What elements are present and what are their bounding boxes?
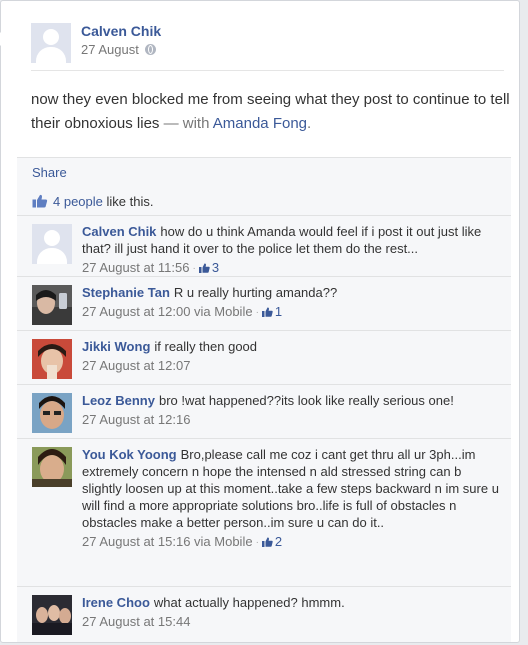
thumbs-up-icon: [261, 537, 273, 547]
comment-time[interactable]: 27 August at 15:44: [82, 614, 190, 629]
comment-time[interactable]: 27 August at 15:16 via Mobile: [82, 534, 253, 549]
comment-body: Jikki Wong if really then good 27 August …: [82, 338, 501, 374]
comment-text: if really then good: [154, 339, 258, 354]
with-prefix: — with: [163, 115, 210, 132]
thumbs-up-icon: [198, 263, 210, 273]
comment-item: Irene Choo what actually happened? hmmm. …: [17, 586, 511, 645]
commenter-avatar[interactable]: [32, 393, 72, 433]
comment-item: Leoz Benny bro !wat happened??its look li…: [17, 384, 511, 439]
comment-meta: 27 August at 15:16 via Mobile · 2: [82, 533, 501, 551]
header-divider: [31, 70, 504, 71]
separator-dot: ·: [192, 263, 196, 274]
comment-body: Calven Chik how do u think Amanda would f…: [82, 223, 501, 277]
profile-photo: [32, 447, 72, 487]
likes-suffix: like this.: [106, 194, 154, 209]
profile-photo: [32, 339, 72, 379]
comment-body: You Kok Yoong Bro,please call me coz i ca…: [82, 446, 501, 551]
comment-item: Jikki Wong if really then good 27 August …: [17, 330, 511, 385]
comments-section: 4 people like this. Calven Chik how do u …: [17, 186, 511, 642]
comment-like-number: 1: [274, 304, 283, 319]
commenter-name-link[interactable]: Jikki Wong: [82, 339, 150, 354]
comment-item: Stephanie Tan R u really hurting amanda??…: [17, 276, 511, 331]
thumbs-up-icon: [261, 307, 273, 317]
comment-like-count[interactable]: 3: [198, 260, 220, 275]
comment-meta: 27 August at 12:00 via Mobile · 1: [82, 303, 501, 321]
commenter-avatar[interactable]: [32, 224, 72, 264]
comment-time[interactable]: 27 August at 12:16: [82, 412, 190, 427]
profile-photo: [32, 393, 72, 433]
comment-time[interactable]: 27 August at 12:07: [82, 358, 190, 373]
separator-dot: ·: [255, 537, 259, 548]
post-card: Calven Chik 27 August now they even bloc…: [0, 0, 520, 643]
commenter-avatar[interactable]: [32, 285, 72, 325]
comment-meta: 27 August at 15:44: [82, 613, 501, 630]
commenter-avatar[interactable]: [32, 447, 72, 487]
comment-like-number: 3: [211, 260, 220, 275]
post-actions-bar: Share: [17, 157, 511, 186]
comment-item: Calven Chik how do u think Amanda would f…: [17, 215, 511, 277]
globe-icon[interactable]: [144, 44, 156, 55]
separator-dot: ·: [255, 307, 259, 318]
post-header: Calven Chik 27 August: [31, 23, 161, 65]
commenter-avatar[interactable]: [32, 595, 72, 635]
thumbs-up-icon: [32, 194, 48, 208]
comment-like-number: 2: [274, 534, 283, 549]
commenter-name-link[interactable]: Calven Chik: [82, 224, 156, 239]
post-timestamp: 27 August: [81, 42, 156, 57]
comment-text: what actually happened? hmmm.: [153, 595, 345, 610]
profile-photo: [32, 285, 72, 325]
comment-body: Stephanie Tan R u really hurting amanda??…: [82, 284, 501, 321]
comment-like-count[interactable]: 2: [261, 534, 283, 549]
tagged-person-link[interactable]: Amanda Fong: [213, 115, 307, 132]
commenter-name-link[interactable]: Irene Choo: [82, 595, 150, 610]
comment-text: bro !wat happened??its look like really …: [158, 393, 454, 408]
tagged-suffix: .: [307, 115, 312, 132]
comment-item: You Kok Yoong Bro,please call me coz i ca…: [17, 438, 511, 569]
comment-time[interactable]: 27 August at 12:00 via Mobile: [82, 304, 253, 319]
profile-photo: [32, 595, 72, 635]
commenter-avatar[interactable]: [32, 339, 72, 379]
comment-text: R u really hurting amanda??: [173, 285, 338, 300]
comment-meta: 27 August at 11:56 · 3: [82, 259, 501, 277]
comment-time[interactable]: 27 August at 11:56: [82, 260, 189, 275]
post-message: now they even blocked me from seeing wha…: [31, 88, 511, 136]
comment-like-count[interactable]: 1: [261, 304, 283, 319]
commenter-name-link[interactable]: Leoz Benny: [82, 393, 155, 408]
likes-count-link[interactable]: 4 people: [53, 194, 103, 209]
timeline-arrow: [0, 31, 1, 47]
comment-body: Irene Choo what actually happened? hmmm. …: [82, 594, 501, 630]
author-avatar[interactable]: [31, 23, 71, 63]
commenter-name-link[interactable]: Stephanie Tan: [82, 285, 170, 300]
comment-meta: 27 August at 12:07: [82, 357, 501, 374]
comment-body: Leoz Benny bro !wat happened??its look li…: [82, 392, 501, 428]
commenter-name-link[interactable]: You Kok Yoong: [82, 447, 177, 462]
post-author-link[interactable]: Calven Chik: [81, 23, 161, 39]
likes-summary: 4 people like this.: [32, 194, 153, 212]
post-time-text[interactable]: 27 August: [81, 42, 139, 57]
share-link[interactable]: Share: [32, 165, 67, 180]
comment-meta: 27 August at 12:16: [82, 411, 501, 428]
